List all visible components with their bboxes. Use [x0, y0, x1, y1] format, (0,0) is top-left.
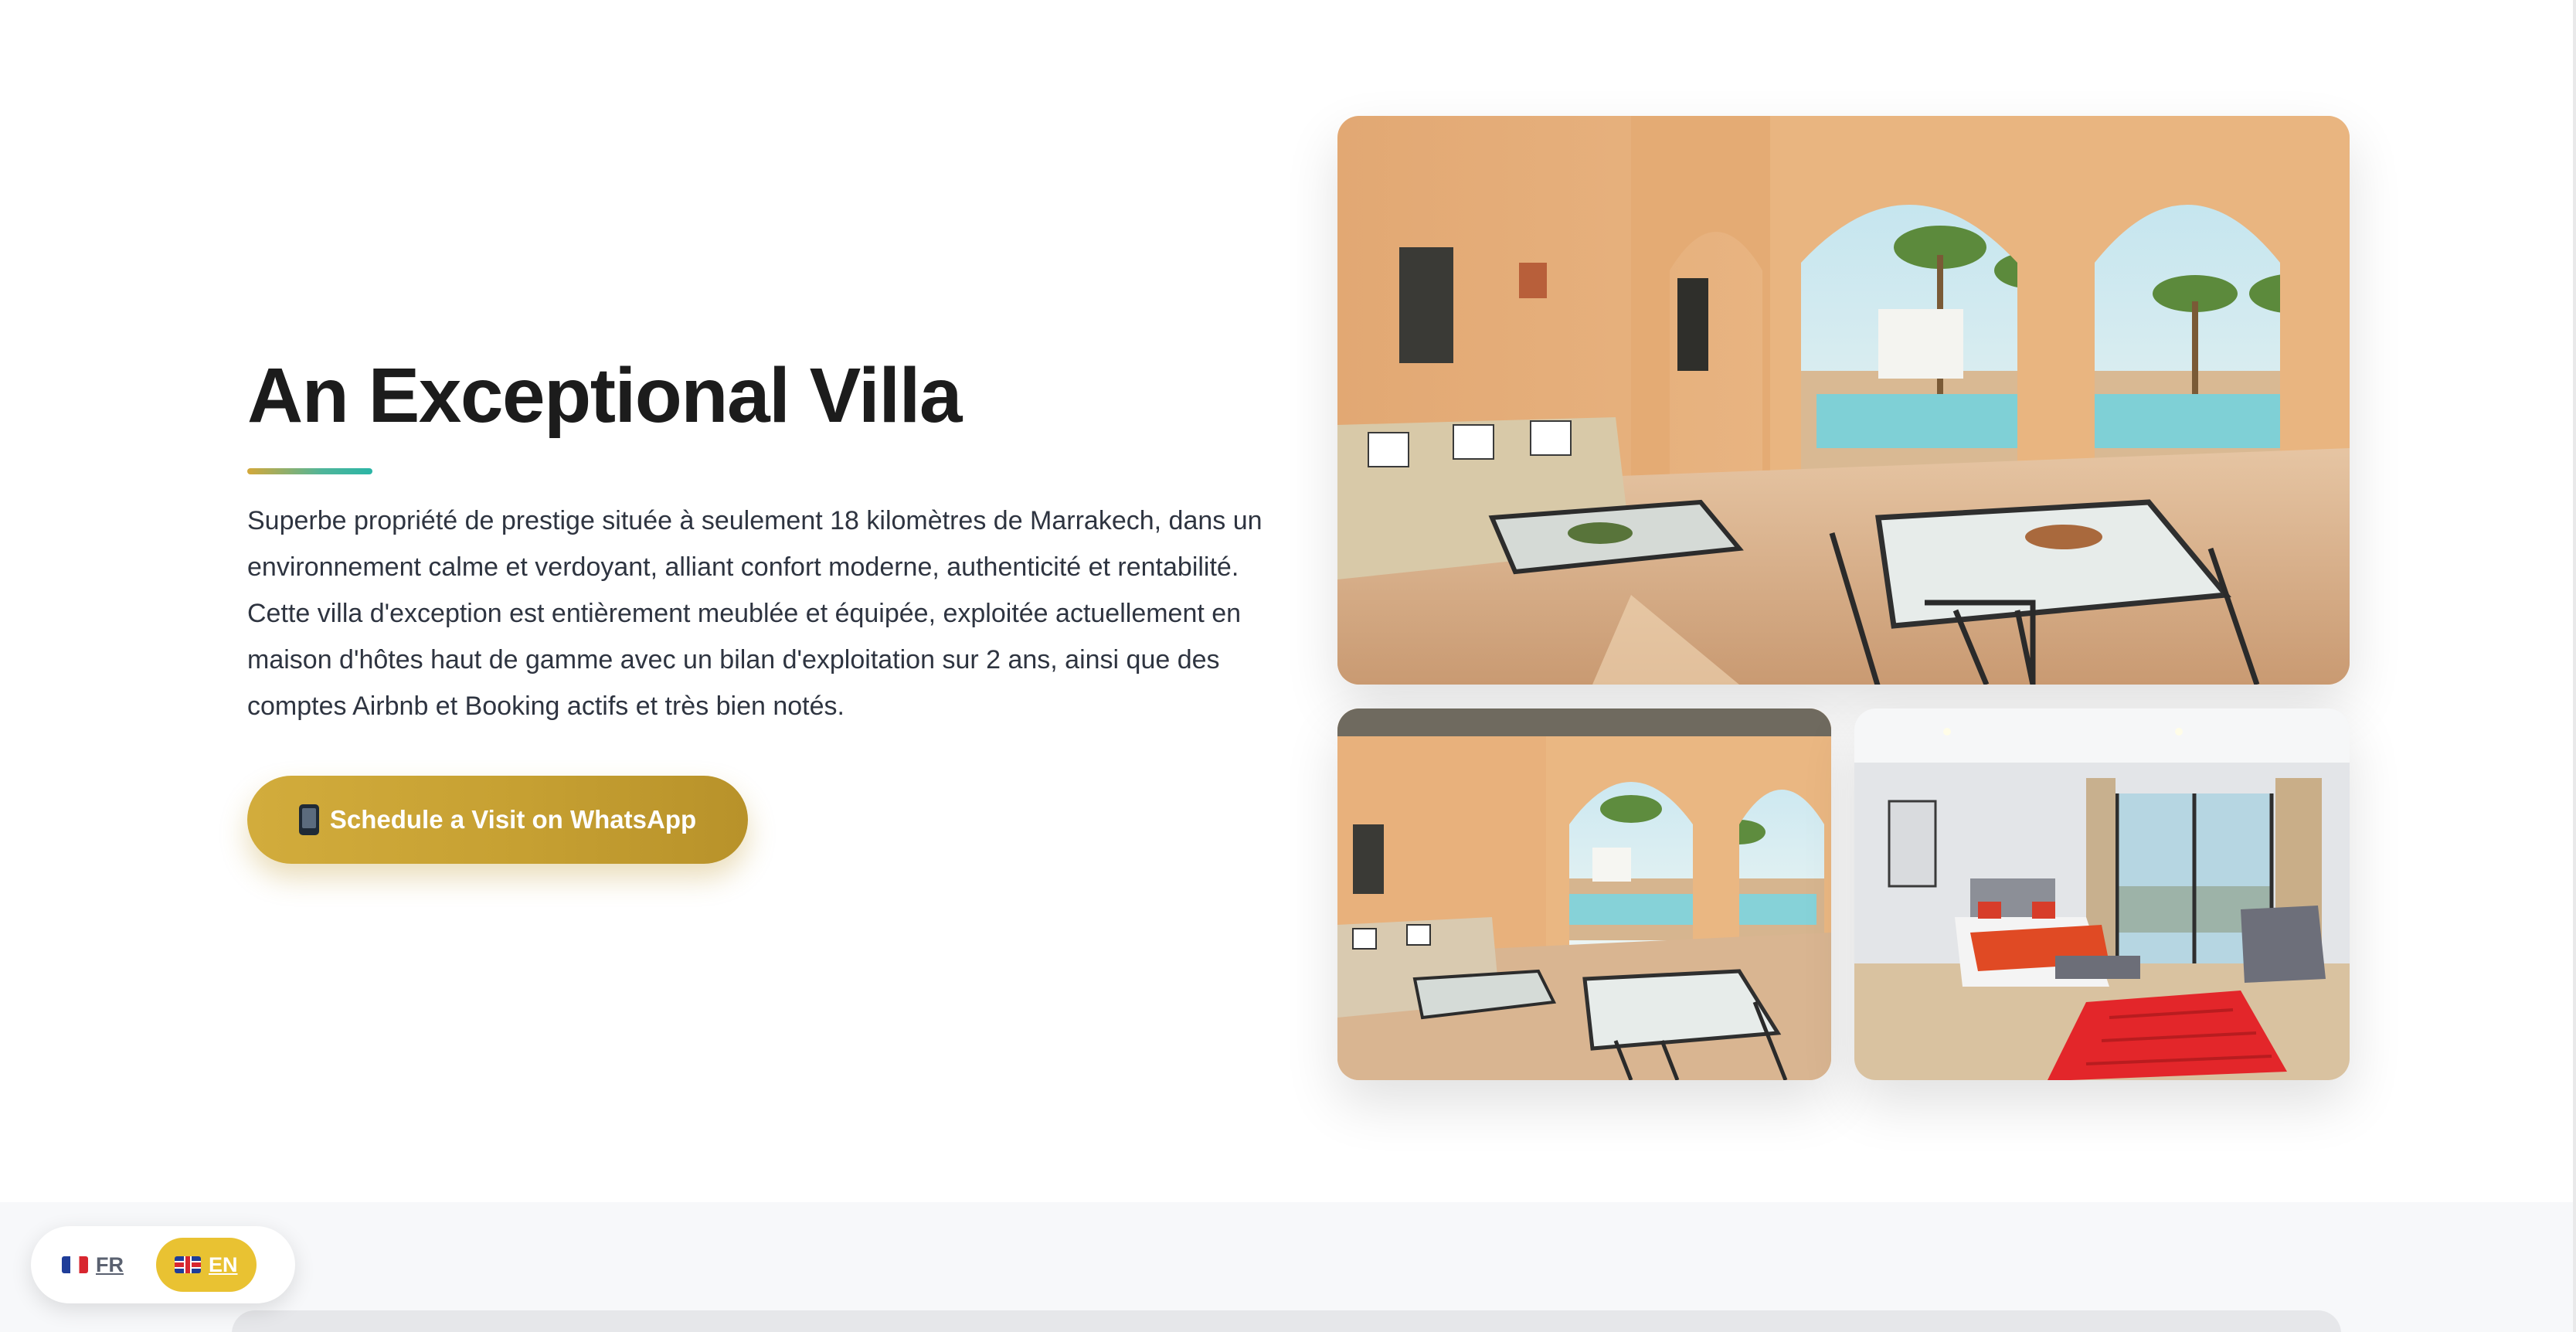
gallery-photo-bedroom[interactable]: [1854, 708, 2350, 1080]
language-option-en-label: EN: [209, 1252, 238, 1276]
terrace-pool-image: [1337, 116, 2350, 685]
flag-france-icon: [62, 1256, 88, 1273]
whatsapp-visit-button[interactable]: Schedule a Visit on WhatsApp: [247, 776, 748, 864]
hero-text-block: An Exceptional Villa Superbe propriété d…: [247, 348, 1275, 864]
hero-section: An Exceptional Villa Superbe propriété d…: [0, 0, 2573, 1202]
page-title: An Exceptional Villa: [247, 352, 963, 439]
language-option-fr[interactable]: FR: [43, 1238, 142, 1292]
hero-description: Superbe propriété de prestige située à s…: [247, 506, 1263, 721]
bedroom-image: [1854, 708, 2350, 1080]
language-switcher: FR EN: [31, 1226, 295, 1303]
terrace-image: [1337, 708, 1831, 1080]
gallery-photo-terrace[interactable]: [1337, 708, 1831, 1080]
gallery-photo-main[interactable]: [1337, 116, 2350, 685]
next-section-card: [232, 1310, 2341, 1332]
scrollbar-track[interactable]: [2573, 0, 2576, 1332]
whatsapp-visit-button-label: Schedule a Visit on WhatsApp: [329, 805, 697, 834]
flag-uk-icon: [175, 1256, 201, 1273]
next-section: [0, 1202, 2573, 1332]
page: An Exceptional Villa Superbe propriété d…: [0, 0, 2576, 1332]
title-underline: [247, 468, 372, 474]
photo-gallery: [1337, 116, 2350, 1080]
language-option-en[interactable]: EN: [156, 1238, 257, 1292]
language-option-fr-label: FR: [96, 1252, 124, 1276]
mobile-phone-icon: [298, 804, 319, 835]
